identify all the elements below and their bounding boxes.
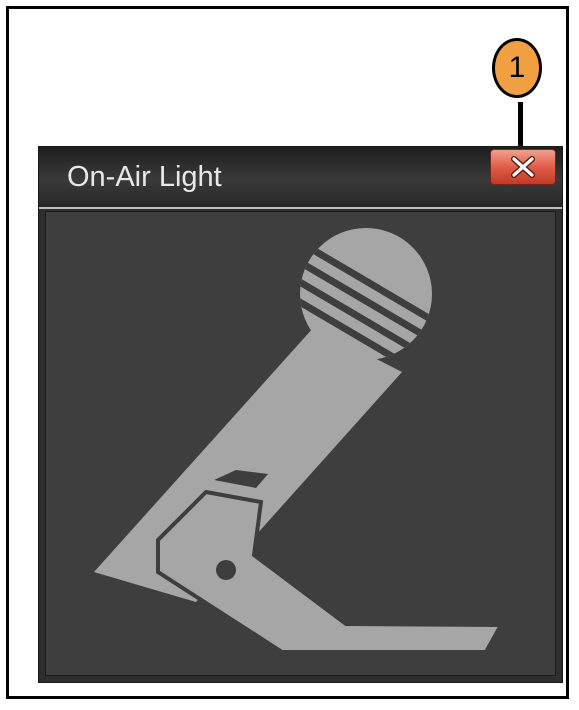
window-content	[45, 211, 556, 676]
close-icon	[509, 156, 537, 178]
microphone-stand	[156, 470, 505, 654]
callout-leader-line	[518, 102, 523, 150]
callout-badge: 1	[492, 38, 542, 98]
callout-number: 1	[508, 51, 526, 84]
microphone-icon	[94, 228, 505, 654]
close-button[interactable]	[490, 149, 556, 185]
on-air-light-window: On-Air Light	[38, 146, 563, 683]
window-titlebar[interactable]: On-Air Light	[39, 147, 562, 209]
window-title: On-Air Light	[67, 161, 222, 193]
